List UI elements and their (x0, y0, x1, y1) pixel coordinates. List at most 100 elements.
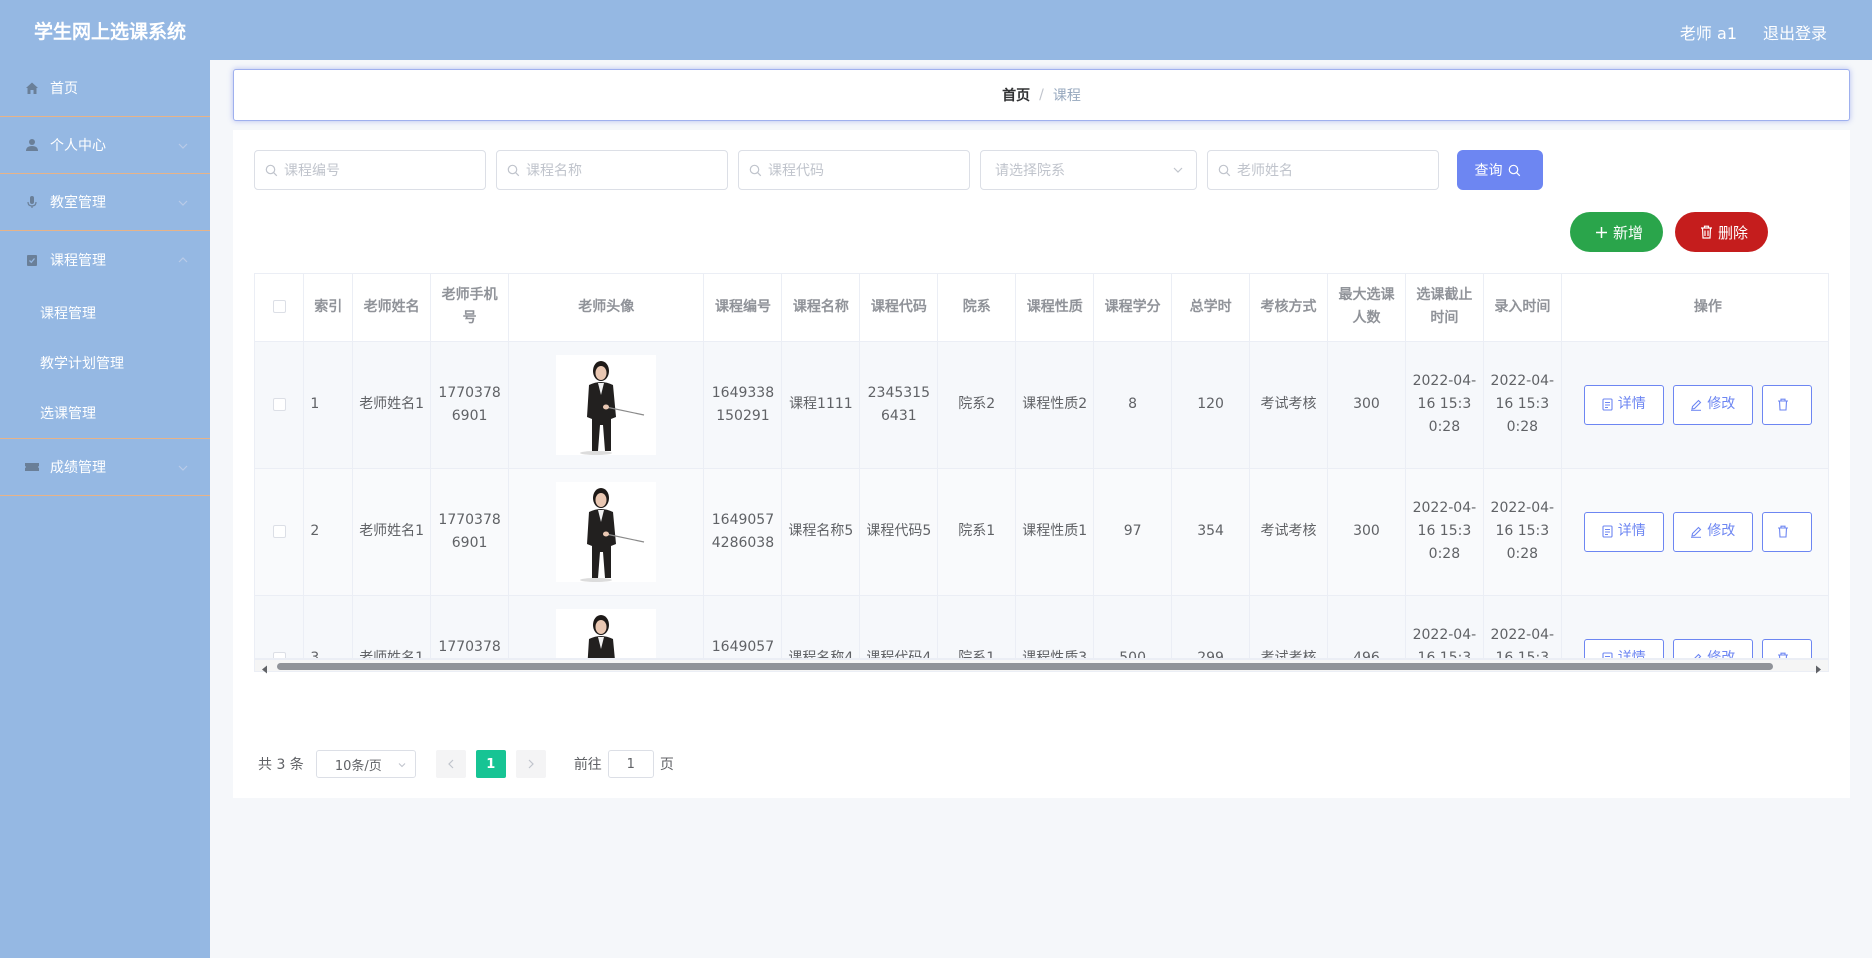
next-page-button[interactable] (515, 750, 546, 778)
horizontal-scrollbar[interactable] (254, 659, 1829, 674)
column-header: 索引 (303, 274, 354, 342)
cell-max-students: 300 (1327, 468, 1406, 596)
trash-icon (1777, 525, 1789, 538)
cell-index: 1 (303, 341, 354, 469)
row-delete-button[interactable] (1761, 384, 1812, 425)
edit-icon (1690, 399, 1702, 411)
column-header: 最大选课人数 (1327, 274, 1406, 342)
current-user: 老师 a1 (1679, 24, 1737, 43)
edit-button[interactable]: 修改 (1672, 511, 1753, 552)
search-icon (749, 164, 762, 177)
page-size-value: 10条/页 (334, 758, 382, 774)
delete-button[interactable]: 删除 (1675, 212, 1768, 252)
scroll-left-icon[interactable] (261, 662, 269, 678)
table-row: 2 老师姓名1 17703786901 16490574286038 课程名称5 课程代码… (255, 468, 1828, 596)
teacher-avatar-cell (508, 595, 705, 658)
cell-credit: 8 (1093, 341, 1173, 469)
column-header: 选课截止时间 (1405, 274, 1484, 342)
teacher-name-input[interactable]: 老师姓名 (1207, 150, 1439, 190)
search-icon (1218, 164, 1231, 177)
detail-label: 详情 (1617, 396, 1646, 412)
detail-button[interactable]: 详情 (1583, 638, 1664, 658)
cell-deadline: 2022-04-16 15:30:28 (1405, 341, 1484, 469)
column-header: 课程学分 (1093, 274, 1173, 342)
detail-button[interactable]: 详情 (1583, 511, 1664, 552)
cell-nature: 课程性质2 (1015, 341, 1095, 469)
column-header: 课程性质 (1015, 274, 1095, 342)
table-header-row: 索引 老师姓名 老师手机号 老师头像 课程编号 课程名称 课程代码 院系 课程性… (255, 274, 1828, 342)
cell-index: 2 (303, 468, 354, 596)
course-name-placeholder: 课程名称 (526, 163, 582, 179)
course-table: 索引 老师姓名 老师手机号 老师头像 课程编号 课程名称 课程代码 院系 课程性… (254, 273, 1829, 659)
department-select[interactable]: 请选择院系 (980, 150, 1197, 190)
cell-course-no: 16490574286038 (703, 468, 783, 596)
column-header: 录入时间 (1483, 274, 1562, 342)
breadcrumb-home[interactable]: 首页 (1002, 85, 1030, 105)
submenu-item-course-selection[interactable]: 选课管理 (0, 388, 210, 438)
page-number-active[interactable]: 1 (475, 750, 506, 778)
document-icon (1602, 525, 1613, 538)
sidebar-item-course[interactable]: 课程管理 (0, 231, 210, 288)
breadcrumb-current: 课程 (1052, 88, 1081, 104)
prev-page-button[interactable] (435, 750, 466, 778)
cell-hours: 354 (1171, 468, 1251, 596)
edit-button[interactable]: 修改 (1672, 384, 1753, 425)
submenu-item-teaching-plan[interactable]: 教学计划管理 (0, 338, 210, 388)
cell-course-name: 课程名称5 (781, 468, 861, 596)
add-label: 新增 (1612, 223, 1643, 242)
cell-department: 院系1 (937, 595, 1017, 658)
sidebar-item-personal-center[interactable]: 个人中心 (0, 117, 210, 174)
course-no-input[interactable]: 课程编号 (254, 150, 486, 190)
edit-label: 修改 (1707, 523, 1736, 539)
chevron-down-icon (178, 461, 188, 477)
cell-exam: 考试考核 (1249, 595, 1328, 658)
sidebar-item-home[interactable]: 首页 (0, 60, 210, 117)
select-all-checkbox[interactable] (255, 274, 305, 342)
course-code-placeholder: 课程代码 (768, 163, 824, 179)
teacher-avatar-image (556, 354, 657, 455)
cell-exam: 考试考核 (1249, 468, 1328, 596)
row-checkbox[interactable] (255, 468, 305, 596)
row-delete-button[interactable] (1761, 511, 1812, 552)
chevron-down-icon (178, 139, 188, 155)
column-header: 操作 (1561, 274, 1828, 342)
cell-entry-time: 2022-04-16 15:30:28 (1483, 468, 1562, 596)
add-button[interactable]: 新增 (1570, 212, 1663, 252)
cell-teacher-name: 老师姓名1 (352, 468, 432, 596)
course-name-input[interactable]: 课程名称 (496, 150, 728, 190)
ticket-icon (24, 459, 40, 475)
breadcrumb-separator: / (1039, 87, 1044, 103)
course-code-input[interactable]: 课程代码 (738, 150, 970, 190)
page-size-select[interactable]: 10条/页 (315, 750, 416, 778)
cell-entry-time: 2022-04-16 15:30:28 (1483, 595, 1562, 658)
submenu-item-course-management[interactable]: 课程管理 (0, 288, 210, 338)
sidebar-item-label: 教室管理 (50, 195, 106, 211)
logout-link[interactable]: 退出登录 (1763, 20, 1827, 44)
detail-label: 详情 (1617, 523, 1646, 539)
cell-course-code: 课程代码5 (859, 468, 939, 596)
top-bar: 学生网上选课系统 老师 a1 退出登录 (0, 0, 1872, 60)
row-delete-button[interactable] (1761, 638, 1812, 658)
sidebar-item-classroom[interactable]: 教室管理 (0, 174, 210, 231)
query-button[interactable]: 查询 (1457, 150, 1543, 190)
cell-course-code: 课程代码4 (859, 595, 939, 658)
chevron-down-icon (397, 759, 407, 774)
scrollbar-thumb[interactable] (277, 663, 1773, 670)
column-header: 院系 (937, 274, 1017, 342)
row-checkbox[interactable] (255, 595, 305, 658)
goto-page-input[interactable]: 1 (607, 750, 654, 778)
microphone-icon (24, 194, 40, 210)
row-checkbox[interactable] (255, 341, 305, 469)
trash-icon (1700, 225, 1713, 239)
app-title: 学生网上选课系统 (34, 21, 187, 43)
sidebar-item-label: 首页 (50, 81, 78, 97)
edit-button[interactable]: 修改 (1672, 638, 1753, 658)
document-icon (1602, 652, 1613, 658)
sidebar-item-grades[interactable]: 成绩管理 (0, 439, 210, 496)
scroll-right-icon[interactable] (1814, 662, 1822, 678)
detail-button[interactable]: 详情 (1583, 384, 1664, 425)
chevron-up-icon (178, 253, 188, 269)
teacher-avatar-cell (508, 468, 705, 596)
teacher-avatar-image (556, 608, 657, 658)
teacher-avatar-image (556, 481, 657, 582)
